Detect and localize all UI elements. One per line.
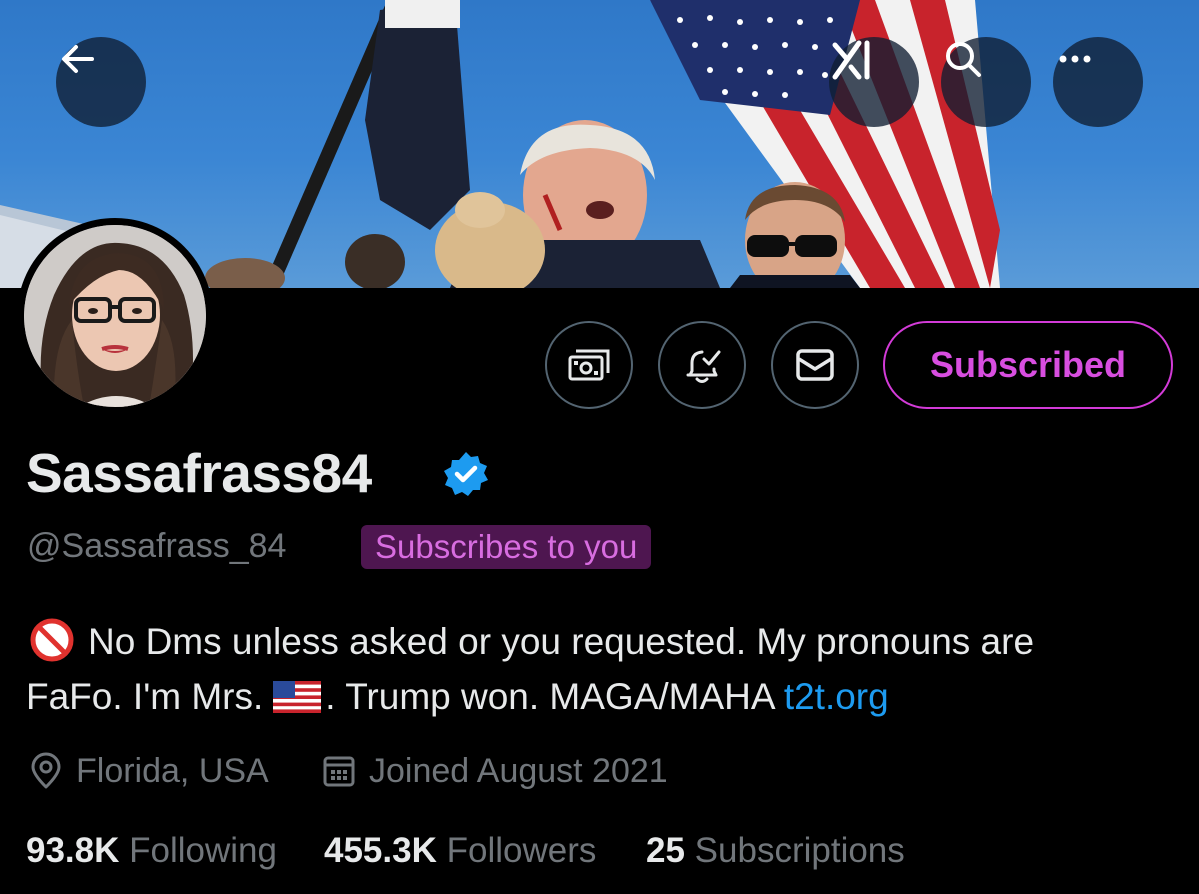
subscribed-button[interactable]: Subscribed	[883, 321, 1173, 409]
search-button[interactable]	[941, 37, 1031, 127]
subscriptions-label: Subscriptions	[694, 831, 905, 870]
bio-text-2b: . Trump won. MAGA/MAHA	[325, 676, 774, 717]
more-horizontal-icon	[1059, 55, 1091, 63]
display-name: Sassafrass84	[26, 442, 372, 504]
subscriptions-count: 25	[646, 831, 685, 870]
avatar-photo	[24, 225, 206, 407]
user-handle: @Sassafrass_84	[27, 527, 287, 565]
envelope-icon	[796, 349, 834, 381]
arrow-left-icon	[62, 45, 94, 73]
bio-line-2: FaFo. I'm Mrs. . Trump won. MAGA/MAHA t2…	[26, 669, 889, 724]
grok-button[interactable]	[829, 37, 919, 127]
grok-logo-icon	[832, 40, 870, 80]
location-text: Florida, USA	[76, 752, 269, 790]
following-stat[interactable]: 93.8K Following	[26, 828, 277, 874]
following-label: Following	[129, 831, 277, 870]
verified-badge-icon[interactable]	[442, 450, 490, 498]
subscriptions-stat[interactable]: 25 Subscriptions	[646, 828, 905, 874]
bell-check-icon	[686, 350, 721, 383]
followers-count: 455.3K	[324, 831, 437, 870]
message-button[interactable]	[771, 321, 859, 409]
joined-item: Joined August 2021	[321, 748, 668, 794]
followers-stat[interactable]: 455.3K Followers	[324, 828, 596, 874]
location-item: Florida, USA	[28, 748, 269, 794]
bio-link[interactable]: t2t.org	[784, 676, 889, 717]
bio-text-2a: FaFo. I'm Mrs.	[26, 676, 264, 717]
notifications-button[interactable]	[658, 321, 746, 409]
bio-line-1: No Dms unless asked or you requested. My…	[30, 614, 1034, 669]
tip-button[interactable]	[545, 321, 633, 409]
bio-text-1: No Dms unless asked or you requested. My…	[88, 621, 1035, 662]
followers-label: Followers	[446, 831, 597, 870]
search-icon	[946, 42, 981, 77]
money-icon	[568, 349, 610, 381]
more-options-button[interactable]	[1053, 37, 1143, 127]
subscribes-to-you-badge: Subscribes to you	[361, 525, 652, 569]
no-entry-sign-icon	[30, 618, 74, 662]
location-pin-icon	[31, 752, 61, 789]
following-count: 93.8K	[26, 831, 120, 870]
calendar-icon	[323, 756, 355, 787]
joined-text: Joined August 2021	[369, 752, 668, 790]
back-button[interactable]	[56, 37, 146, 127]
profile-avatar[interactable]	[17, 218, 213, 414]
us-flag-icon	[273, 681, 322, 713]
